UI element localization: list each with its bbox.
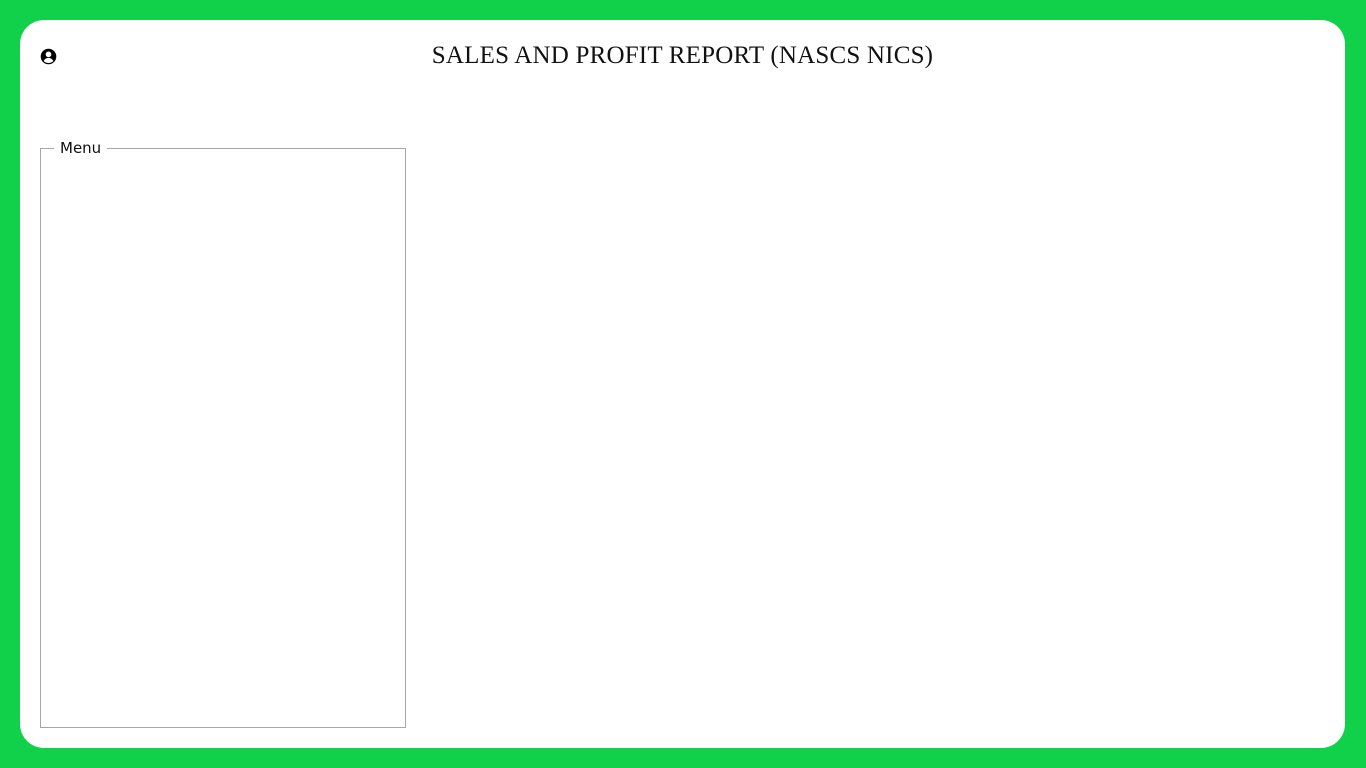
app-frame: SALES AND PROFIT REPORT (NASCS NICS) Men… [20, 20, 1345, 748]
menu-legend: Menu [54, 139, 108, 157]
page-title: SALES AND PROFIT REPORT (NASCS NICS) [431, 42, 934, 69]
menu-panel: Menu [40, 139, 406, 728]
